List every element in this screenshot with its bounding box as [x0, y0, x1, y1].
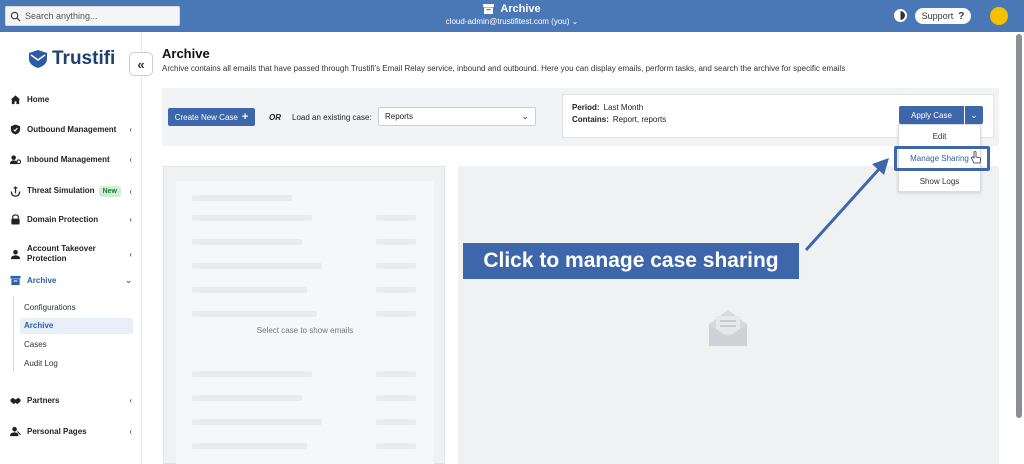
sidebar-subitem-archive[interactable]: Archive — [20, 318, 133, 334]
app-title: Archive — [500, 3, 541, 15]
chevron-left-icon: ‹ — [129, 125, 132, 134]
envelope-open-icon — [709, 310, 747, 346]
apply-case-button[interactable]: Apply Case — [899, 106, 964, 124]
skeleton-line — [192, 443, 307, 449]
or-label: OR — [269, 113, 281, 122]
trustifi-logo-icon — [29, 50, 47, 68]
theme-toggle-icon[interactable] — [894, 9, 907, 22]
sidebar-item-account-takeover[interactable]: Account Takeover Protection ‹ — [10, 244, 132, 264]
case-select[interactable]: Reports ⌄ — [378, 107, 536, 126]
page-description: Archive contains all emails that have pa… — [162, 64, 846, 73]
inbound-icon — [10, 155, 21, 165]
skeleton-line — [192, 395, 302, 401]
hand-cursor-icon — [971, 151, 981, 164]
email-list-panel: Select case to show emails — [163, 166, 445, 464]
search-icon — [10, 11, 21, 22]
shield-icon — [10, 124, 21, 135]
search-box[interactable] — [5, 6, 180, 26]
skeleton-line — [192, 419, 322, 425]
skeleton-line — [376, 287, 416, 293]
search-input[interactable] — [25, 11, 175, 21]
new-badge: New — [98, 186, 121, 197]
sidebar-subitem-cases[interactable]: Cases — [24, 340, 47, 349]
create-new-case-button[interactable]: Create New Case + — [168, 108, 255, 126]
skeleton-line — [376, 215, 416, 221]
plus-icon: + — [241, 111, 249, 123]
chevron-down-icon: ⌄ — [521, 111, 529, 121]
chevron-left-icon: ‹ — [129, 249, 132, 259]
user-switcher[interactable]: cloud-admin@trustifitest.com (you) ⌄ — [400, 17, 624, 26]
menu-item-show-logs[interactable]: Show Logs — [899, 177, 980, 186]
archive-box-icon — [483, 4, 495, 14]
skeleton-line — [192, 311, 317, 317]
sidebar-item-archive[interactable]: Archive ⌄ — [10, 275, 132, 286]
sidebar-item-partners[interactable]: Partners ‹ — [10, 395, 132, 406]
empty-state-message: Select case to show emails — [256, 326, 354, 335]
skeleton-line — [192, 287, 307, 293]
account-icon — [10, 249, 21, 259]
top-bar: Archive cloud-admin@trustifitest.com (yo… — [0, 0, 1024, 32]
skeleton-line — [192, 239, 302, 245]
hook-icon — [10, 186, 21, 197]
skeleton-line — [192, 195, 292, 201]
chevron-left-icon: ‹ — [129, 155, 132, 164]
skeleton-line — [376, 419, 416, 425]
person-icon — [10, 426, 21, 437]
skeleton-line — [376, 395, 416, 401]
skeleton-line — [376, 239, 416, 245]
apply-case-dropdown-toggle[interactable]: ⌄ — [965, 106, 983, 124]
brand-logo[interactable]: Trustifi — [28, 48, 115, 70]
apply-case-group: Apply Case ⌄ — [899, 106, 983, 124]
sidebar-item-threat-simulation[interactable]: Threat Simulation New ‹ — [10, 186, 132, 197]
chevron-down-icon: ⌄ — [571, 17, 579, 26]
sidebar-item-domain-protection[interactable]: Domain Protection ‹ — [10, 214, 132, 225]
skeleton-line — [192, 215, 312, 221]
handshake-icon — [10, 397, 21, 405]
avatar[interactable] — [990, 7, 1008, 25]
chevron-left-icon: ‹ — [129, 396, 132, 405]
menu-item-edit[interactable]: Edit — [899, 132, 980, 141]
email-preview-panel — [458, 166, 999, 464]
help-icon: ? — [958, 10, 965, 22]
skeleton-line — [376, 371, 416, 377]
top-center: Archive cloud-admin@trustifitest.com (yo… — [400, 3, 624, 26]
chevron-left-icon: ‹ — [129, 215, 132, 224]
lock-icon — [11, 214, 20, 225]
chevron-down-icon: ⌄ — [970, 109, 978, 120]
page-scrollbar[interactable] — [1016, 34, 1022, 418]
page-title: Archive — [162, 46, 210, 61]
load-case-label: Load an existing case: — [292, 113, 372, 122]
sidebar-subitem-configurations[interactable]: Configurations — [24, 303, 76, 312]
chevron-left-icon: ‹ — [129, 427, 132, 436]
submenu-line — [13, 297, 14, 372]
chevron-left-icon: ‹ — [129, 187, 132, 196]
skeleton-line — [376, 311, 416, 317]
sidebar-item-home[interactable]: Home — [10, 94, 132, 105]
case-toolbar: Create New Case + OR Load an existing ca… — [162, 88, 999, 146]
support-button[interactable]: Support ? — [915, 8, 971, 24]
archive-icon — [10, 275, 21, 286]
collapse-sidebar-button[interactable]: « — [129, 52, 153, 76]
skeleton-line — [376, 443, 416, 449]
sidebar-item-inbound[interactable]: Inbound Management ‹ — [10, 154, 132, 165]
skeleton-line — [376, 263, 416, 269]
sidebar-item-outbound[interactable]: Outbound Management ‹ — [10, 124, 132, 135]
skeleton-line — [192, 263, 322, 269]
sidebar-item-personal-pages[interactable]: Personal Pages ‹ — [10, 426, 132, 437]
sidebar: Trustifi Home Outbound Management ‹ Inbo… — [0, 32, 142, 464]
chevron-down-icon: ⌄ — [125, 276, 132, 285]
home-icon — [10, 95, 21, 105]
annotation-callout: Click to manage case sharing — [463, 243, 799, 279]
sidebar-subitem-audit-log[interactable]: Audit Log — [24, 359, 58, 368]
skeleton-line — [192, 371, 312, 377]
